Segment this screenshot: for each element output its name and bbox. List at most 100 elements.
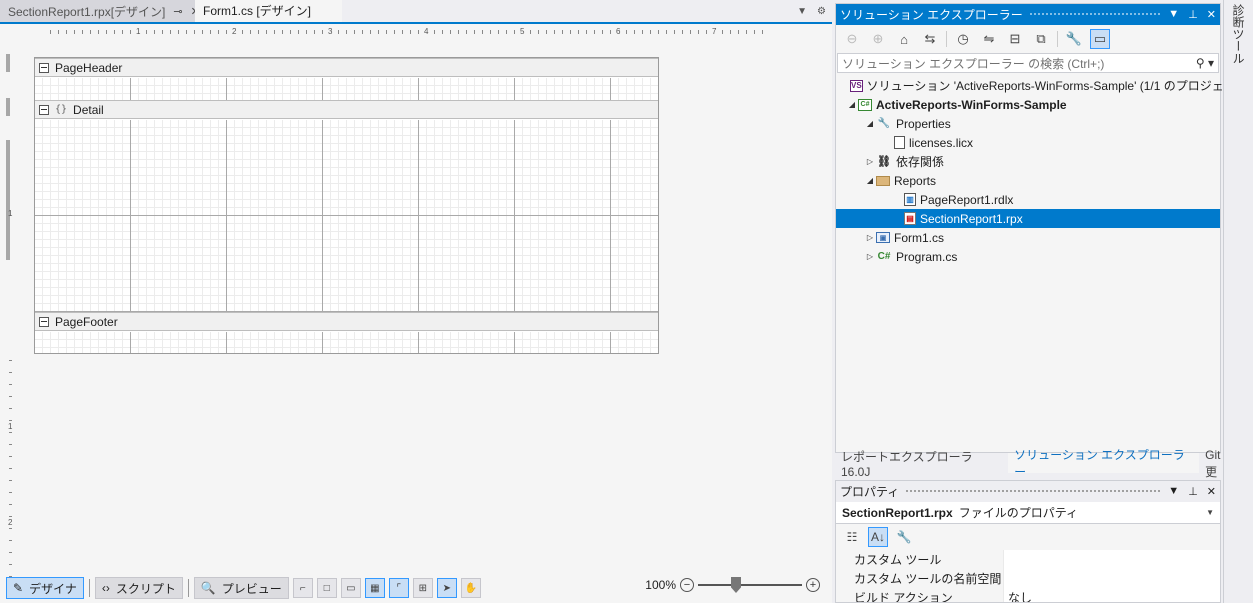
property-object-selector[interactable]: SectionReport1.rpx ファイルのプロパティ ▼ bbox=[836, 502, 1220, 524]
chevron-down-icon[interactable]: ▼ bbox=[1168, 485, 1179, 498]
solution-search-input[interactable]: ソリューション エクスプローラー の検索 (Ctrl+;) ⚲ ▾ bbox=[837, 53, 1219, 73]
categorized-icon[interactable]: ☷ bbox=[842, 527, 862, 547]
tree-node-solution[interactable]: VS ソリューション 'ActiveReports-WinForms-Sampl… bbox=[836, 76, 1252, 95]
design-label: デザイナ bbox=[29, 581, 77, 596]
expanded-arrow-icon[interactable]: ◢ bbox=[864, 119, 876, 128]
preview-tab-button[interactable]: 🔍 プレビュー bbox=[193, 577, 289, 599]
switch-views-icon[interactable]: ⇆ bbox=[920, 29, 940, 49]
object-name: SectionReport1.rpx bbox=[842, 505, 953, 520]
section-body-pageheader[interactable] bbox=[35, 78, 658, 100]
tree-node-reports[interactable]: ◢ Reports bbox=[836, 171, 1220, 190]
property-name: カスタム ツール bbox=[836, 550, 1004, 569]
section-header-detail[interactable]: {} Detail bbox=[35, 100, 658, 119]
show-all-files-icon[interactable]: ⧉ bbox=[1031, 29, 1051, 49]
ruler-tick bbox=[306, 30, 307, 34]
report-canvas[interactable]: PageHeader {} Detail PageFooter bbox=[34, 57, 659, 354]
close-icon[interactable]: ✕ bbox=[1207, 485, 1216, 498]
section-header-pagefooter[interactable]: PageFooter bbox=[35, 312, 658, 331]
pin-icon[interactable]: ⊥ bbox=[1188, 485, 1198, 498]
align-to-grid-icon[interactable]: ⌐ bbox=[292, 578, 313, 598]
drag-grip[interactable] bbox=[905, 489, 1163, 494]
bring-to-front-icon[interactable]: □ bbox=[316, 578, 337, 598]
rdlx-file-icon: ▥ bbox=[904, 193, 916, 206]
ruler-tick bbox=[386, 30, 387, 34]
collapsed-arrow-icon[interactable]: ▷ bbox=[864, 157, 876, 166]
ruler-tick bbox=[9, 528, 12, 529]
divider bbox=[946, 31, 947, 47]
chevron-down-icon[interactable]: ▼ bbox=[1206, 508, 1214, 517]
property-value[interactable] bbox=[1004, 569, 1220, 588]
node-label: Properties bbox=[896, 116, 951, 131]
zoom-slider-thumb[interactable] bbox=[731, 577, 741, 593]
preview-selected-icon[interactable]: ▭ bbox=[1090, 29, 1110, 49]
expanded-arrow-icon[interactable]: ◢ bbox=[846, 100, 858, 109]
snap-lines-icon[interactable]: ⌜ bbox=[388, 578, 409, 598]
collapse-all-icon[interactable]: ⊟ bbox=[1005, 29, 1025, 49]
send-to-back-icon[interactable]: ▭ bbox=[340, 578, 361, 598]
collapse-icon[interactable] bbox=[39, 62, 49, 73]
pin-icon[interactable]: ⊸ bbox=[173, 5, 182, 18]
snap-grid-icon[interactable]: ⊞ bbox=[412, 578, 433, 598]
object-type: ファイルのプロパティ bbox=[958, 506, 1078, 520]
node-label: Form1.cs bbox=[894, 230, 945, 245]
tree-node-sectionreport[interactable]: ▤ SectionReport1.rpx bbox=[836, 209, 1220, 228]
collapsed-arrow-icon[interactable]: ▷ bbox=[864, 233, 876, 242]
pointer-icon[interactable]: ➤ bbox=[436, 578, 457, 598]
expanded-arrow-icon[interactable]: ◢ bbox=[864, 176, 876, 185]
ruler-tick bbox=[450, 30, 451, 34]
tree-node-program[interactable]: ▷ C# Program.cs bbox=[836, 247, 1220, 266]
zoom-in-icon[interactable]: + bbox=[806, 578, 820, 592]
zoom-slider[interactable] bbox=[698, 577, 802, 593]
chevron-down-icon[interactable]: ▼ bbox=[1168, 8, 1179, 21]
wrench-icon[interactable]: 🔧 bbox=[894, 527, 914, 547]
design-tab-button[interactable]: ✎ デザイナ bbox=[6, 577, 84, 599]
drag-grip[interactable] bbox=[1028, 12, 1163, 17]
ruler-tick bbox=[298, 30, 299, 34]
show-grid-icon[interactable]: ▦ bbox=[364, 578, 385, 598]
chevron-down-icon[interactable]: ▼ bbox=[797, 6, 807, 17]
tree-node-dependencies[interactable]: ▷ ⛓ 依存関係 bbox=[836, 152, 1220, 171]
tab-section-report[interactable]: SectionReport1.rpx[デザイン] ⊸ ✕ bbox=[0, 0, 200, 22]
search-icon[interactable]: ⚲ ▾ bbox=[1196, 56, 1214, 70]
zoom-out-icon[interactable]: − bbox=[680, 578, 694, 592]
collapse-icon[interactable] bbox=[39, 316, 49, 327]
diagnostic-tools-tab[interactable]: 診断ツール bbox=[1230, 4, 1247, 64]
wrench-icon[interactable]: 🔧 bbox=[1064, 29, 1084, 49]
tab-solution-explorer[interactable]: ソリューション エクスプローラー bbox=[1008, 448, 1200, 479]
divider bbox=[1057, 31, 1058, 47]
property-row[interactable]: カスタム ツール bbox=[836, 550, 1220, 569]
pin-icon[interactable]: ⊥ bbox=[1188, 8, 1198, 21]
solution-explorer-title-bar: ソリューション エクスプローラー ▼ ⊥ ✕ bbox=[836, 4, 1220, 25]
collapsed-arrow-icon[interactable]: ▷ bbox=[864, 252, 876, 261]
ruler-tick bbox=[9, 492, 12, 493]
ruler-tick bbox=[370, 30, 371, 34]
ruler-tick bbox=[346, 30, 347, 34]
back-icon[interactable]: ⊖ bbox=[842, 29, 862, 49]
section-header-pageheader[interactable]: PageHeader bbox=[35, 58, 658, 77]
property-row[interactable]: ビルド アクション なし bbox=[836, 588, 1220, 602]
hand-icon[interactable]: ✋ bbox=[460, 578, 481, 598]
section-body-pagefooter[interactable] bbox=[35, 332, 658, 353]
home-icon[interactable]: ⌂ bbox=[894, 29, 914, 49]
section-body-detail[interactable] bbox=[35, 120, 658, 312]
sync-icon[interactable]: ⇋ bbox=[979, 29, 999, 49]
script-tab-button[interactable]: ‹› スクリプト bbox=[94, 577, 183, 599]
close-icon[interactable]: ✕ bbox=[1207, 8, 1216, 21]
gear-icon[interactable]: ⚙ bbox=[817, 6, 826, 17]
property-value[interactable] bbox=[1004, 550, 1220, 569]
tree-node-properties[interactable]: ◢ 🔧 Properties bbox=[836, 114, 1220, 133]
property-row[interactable]: カスタム ツールの名前空間 bbox=[836, 569, 1220, 588]
tab-label: Form1.cs [デザイン] bbox=[203, 3, 312, 18]
collapse-icon[interactable] bbox=[39, 104, 49, 115]
property-value[interactable]: なし bbox=[1004, 588, 1220, 602]
tree-node-project[interactable]: ◢ C# ActiveReports-WinForms-Sample bbox=[836, 95, 1220, 114]
ruler-tick bbox=[266, 30, 267, 34]
forward-icon[interactable]: ⊕ bbox=[868, 29, 888, 49]
tab-form1[interactable]: Form1.cs [デザイン] bbox=[195, 0, 342, 22]
tree-node-pagereport[interactable]: ▥ PageReport1.rdlx bbox=[836, 190, 1220, 209]
alphabetical-icon[interactable]: A↓ bbox=[868, 527, 888, 547]
tab-report-explorer[interactable]: レポートエクスプローラ 16.0J bbox=[835, 450, 1008, 479]
tree-node-form1[interactable]: ▷ ▣ Form1.cs bbox=[836, 228, 1220, 247]
pending-changes-icon[interactable]: ◷ bbox=[953, 29, 973, 49]
tree-node-licenses[interactable]: licenses.licx bbox=[836, 133, 1220, 152]
